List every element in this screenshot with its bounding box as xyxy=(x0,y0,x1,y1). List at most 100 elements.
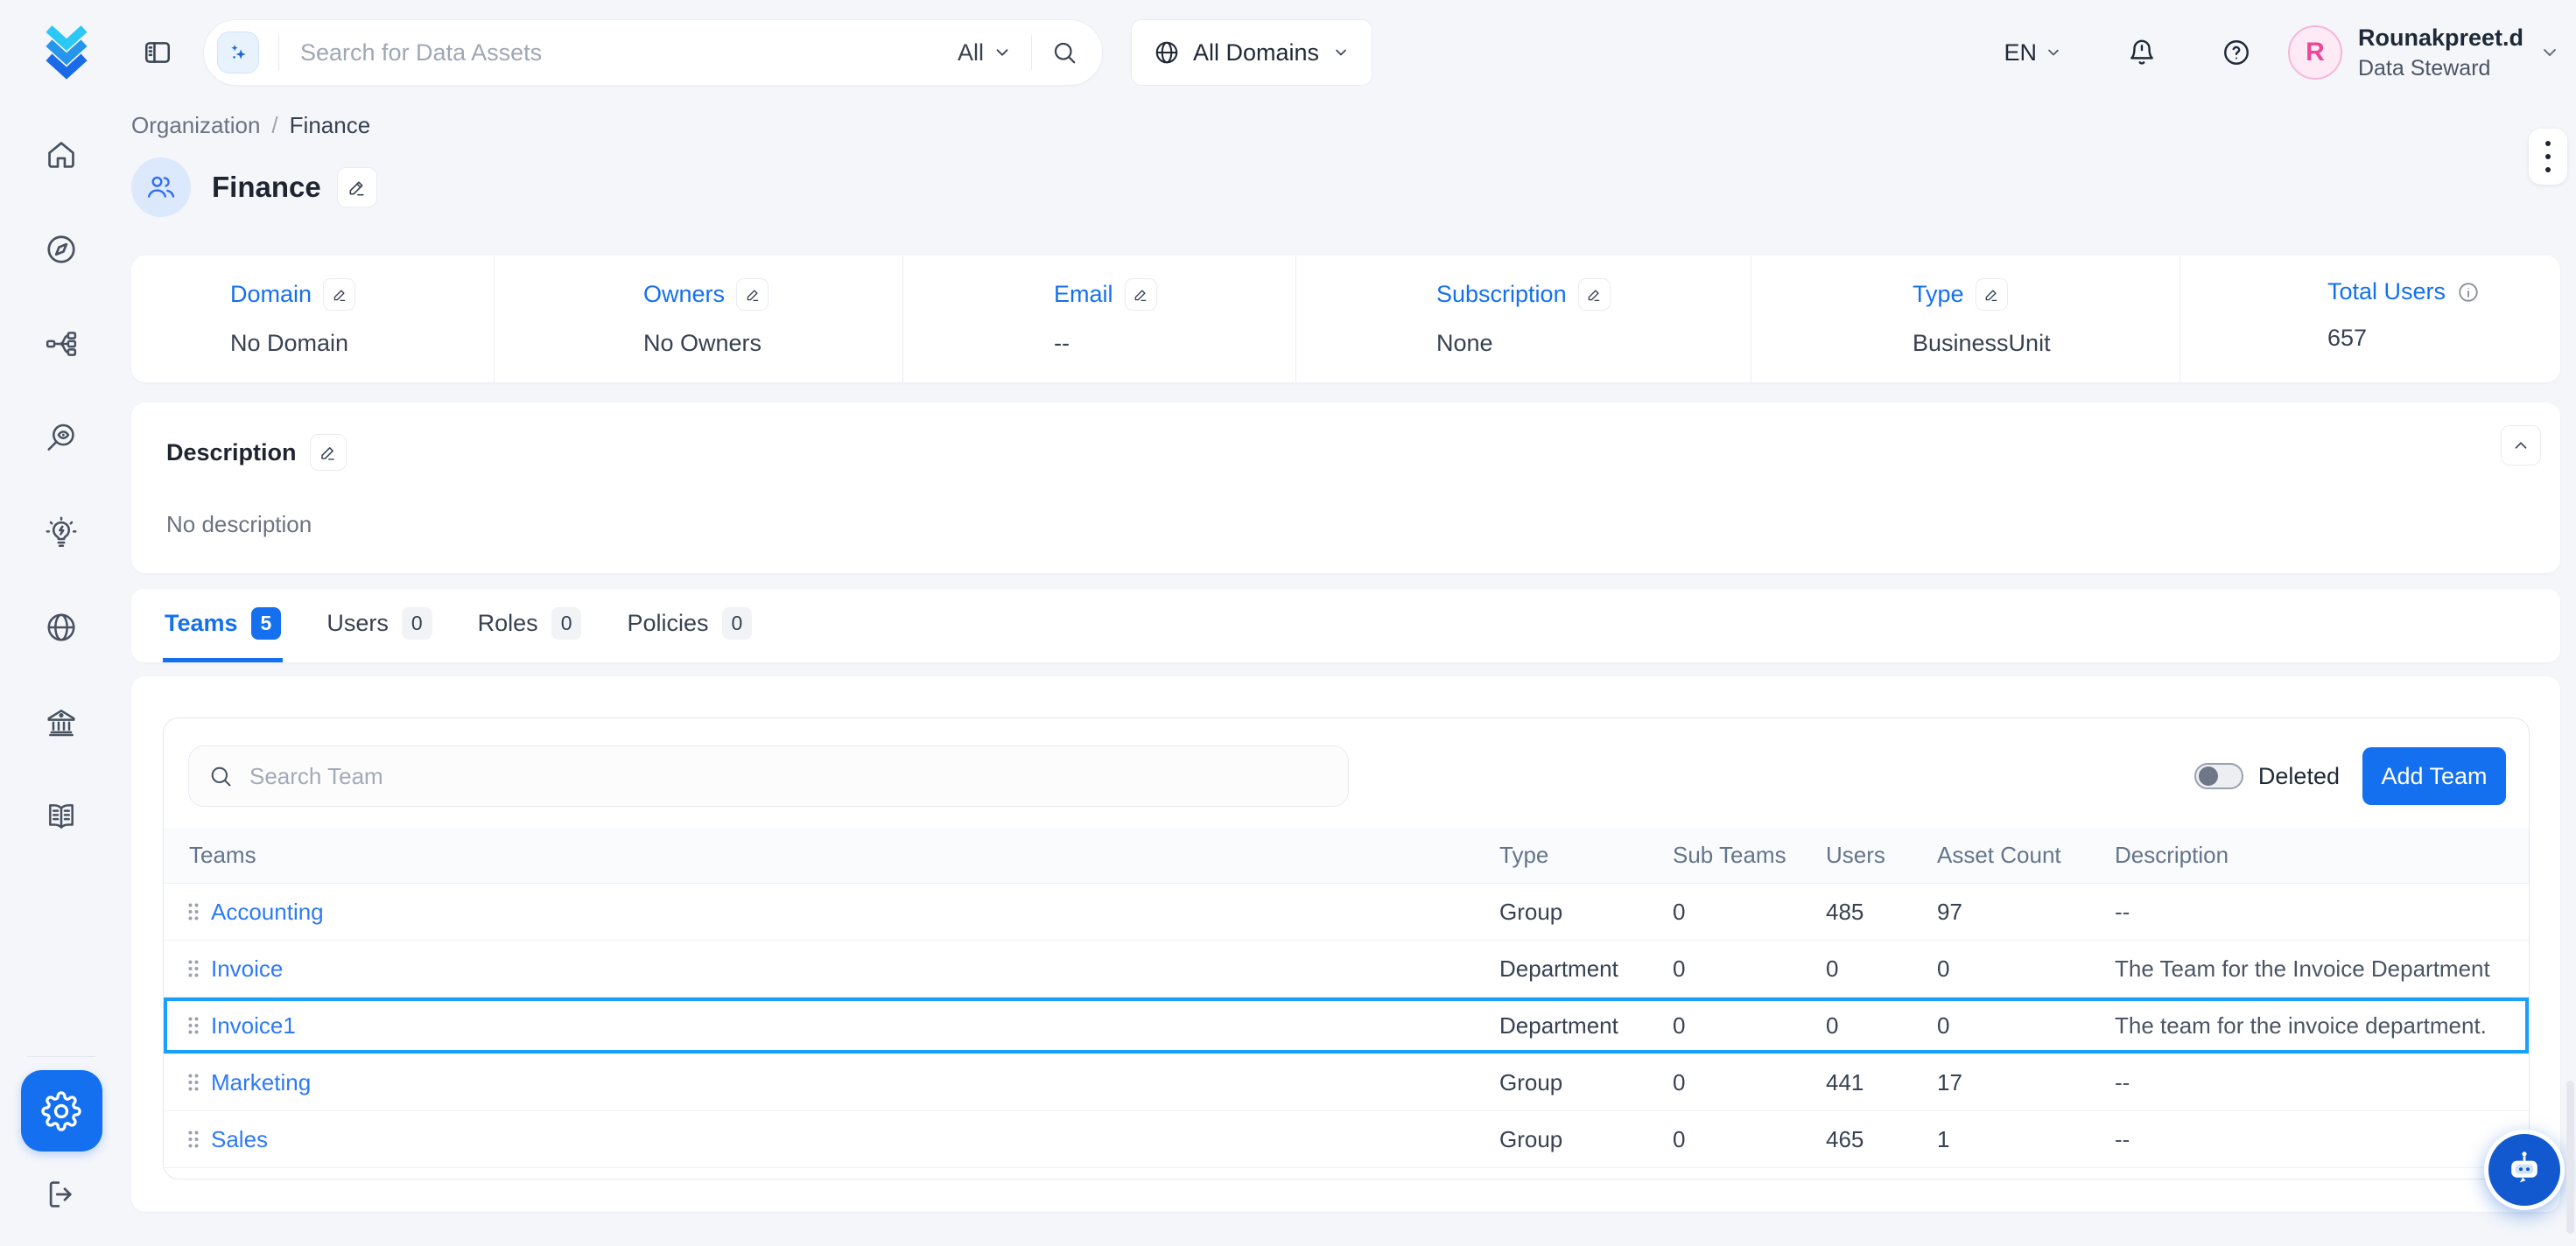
info-icon[interactable] xyxy=(2457,281,2480,304)
collapse-sidebar-icon[interactable] xyxy=(143,38,172,67)
divider xyxy=(1031,35,1032,70)
notifications-bell-icon[interactable] xyxy=(2127,38,2157,67)
cell-asset-count: 0 xyxy=(1937,1012,2115,1040)
add-team-button[interactable]: Add Team xyxy=(2362,747,2506,805)
collapse-description-button[interactable] xyxy=(2501,425,2541,466)
email-label: Email xyxy=(1054,281,1113,308)
all-domains-dropdown[interactable]: All Domains xyxy=(1131,19,1372,86)
tab-policies[interactable]: Policies 0 xyxy=(625,589,754,662)
team-link-invoice[interactable]: Invoice xyxy=(211,956,283,983)
cell-description: -- xyxy=(2115,1126,2529,1153)
drag-handle-icon[interactable] xyxy=(187,1130,200,1149)
team-search-input[interactable] xyxy=(248,762,1329,791)
edit-team-name-button[interactable] xyxy=(337,167,377,207)
tab-roles[interactable]: Roles 0 xyxy=(476,589,584,662)
language-selector[interactable]: EN xyxy=(2004,39,2062,66)
language-label: EN xyxy=(2004,39,2037,66)
team-link-invoice1[interactable]: Invoice1 xyxy=(211,1012,296,1040)
type-value: BusinessUnit xyxy=(1913,330,2179,357)
table-row: Marketing Group 0 441 17 -- xyxy=(164,1054,2529,1111)
header-teams: Teams xyxy=(164,842,1499,869)
edit-owners-button[interactable] xyxy=(736,278,769,311)
sidebar-item-insights[interactable] xyxy=(45,516,78,550)
help-icon[interactable] xyxy=(2222,38,2251,67)
user-avatar[interactable]: R xyxy=(2288,25,2342,80)
team-search-box xyxy=(188,746,1349,807)
lineage-icon xyxy=(45,327,78,360)
sidebar-item-home[interactable] xyxy=(45,138,78,172)
drag-handle-icon[interactable] xyxy=(187,1016,200,1035)
ai-sparkle-icon[interactable] xyxy=(217,32,259,74)
chevron-down-icon xyxy=(993,43,1012,62)
email-value: -- xyxy=(1054,330,1295,357)
cell-asset-count: 97 xyxy=(1937,899,2115,926)
cell-users: 465 xyxy=(1826,1126,1937,1153)
description-label: Description xyxy=(166,439,297,466)
summary-email: Email -- xyxy=(903,256,1296,382)
sidebar-item-domains[interactable] xyxy=(45,611,78,644)
sidebar-item-observability[interactable] xyxy=(45,422,78,455)
cell-type: Department xyxy=(1499,1012,1673,1040)
drag-handle-icon[interactable] xyxy=(187,902,200,921)
compass-icon xyxy=(45,233,78,266)
edit-email-button[interactable] xyxy=(1125,278,1157,311)
teams-tab-panel: Deleted Add Team Teams Type Sub Teams Us… xyxy=(131,676,2560,1212)
cell-type: Group xyxy=(1499,1126,1673,1153)
drag-handle-icon[interactable] xyxy=(187,1073,200,1092)
breadcrumb-organization[interactable]: Organization xyxy=(131,112,260,139)
chevron-down-icon xyxy=(2045,44,2062,61)
cell-users: 485 xyxy=(1826,899,1937,926)
cell-users: 0 xyxy=(1826,1012,1937,1040)
search-icon[interactable] xyxy=(1051,39,1077,66)
sidebar-item-explore[interactable] xyxy=(45,233,78,266)
breadcrumb-finance: Finance xyxy=(290,112,371,139)
user-menu-chevron-icon[interactable] xyxy=(2539,42,2560,63)
users-icon xyxy=(145,172,177,203)
chevron-up-icon xyxy=(2511,436,2530,455)
search-scope-dropdown[interactable]: All xyxy=(958,39,1012,66)
pencil-icon xyxy=(1133,287,1148,303)
edit-domain-button[interactable] xyxy=(323,278,355,311)
cell-type: Group xyxy=(1499,899,1673,926)
edit-type-button[interactable] xyxy=(1976,278,2008,311)
edit-description-button[interactable] xyxy=(310,434,347,471)
cell-description: The team for the invoice department. xyxy=(2115,1012,2529,1040)
cell-sub-teams: 0 xyxy=(1673,1012,1826,1040)
sidebar-item-settings[interactable] xyxy=(21,1070,102,1152)
sidebar-item-glossary[interactable] xyxy=(45,800,78,833)
team-link-accounting[interactable]: Accounting xyxy=(211,899,324,926)
edit-subscription-button[interactable] xyxy=(1578,278,1611,311)
logout-icon[interactable] xyxy=(45,1178,78,1211)
cell-users: 441 xyxy=(1826,1069,1937,1096)
domain-label: Domain xyxy=(230,281,312,308)
type-label: Type xyxy=(1913,281,1964,308)
bank-icon xyxy=(45,705,78,738)
pencil-icon xyxy=(332,287,347,303)
page-scrollbar-thumb[interactable] xyxy=(2566,1081,2574,1234)
team-link-sales[interactable]: Sales xyxy=(211,1126,268,1153)
sidebar-item-lineage[interactable] xyxy=(45,327,78,360)
tab-teams[interactable]: Teams 5 xyxy=(163,589,283,662)
table-row-selected: Invoice1 Department 0 0 0 The team for t… xyxy=(164,998,2529,1054)
global-search-input[interactable] xyxy=(298,38,958,67)
sidebar-item-govern[interactable] xyxy=(45,705,78,738)
sidebar-nav xyxy=(0,105,123,1246)
summary-domain: Domain No Domain xyxy=(131,256,495,382)
table-row: Invoice Department 0 0 0 The Team for th… xyxy=(164,941,2529,998)
user-menu[interactable]: Rounakpreet.d Data Steward xyxy=(2358,26,2523,80)
tab-users[interactable]: Users 0 xyxy=(325,589,433,662)
globe-icon xyxy=(45,611,78,644)
tab-policies-count: 0 xyxy=(722,607,753,640)
lightbulb-icon xyxy=(45,516,78,550)
cell-sub-teams: 0 xyxy=(1673,899,1826,926)
table-header-row: Teams Type Sub Teams Users Asset Count D… xyxy=(164,828,2529,884)
tab-bar: Teams 5 Users 0 Roles 0 Policies 0 xyxy=(131,589,2560,662)
app-logo-icon[interactable] xyxy=(39,25,94,80)
chatbot-button[interactable] xyxy=(2484,1130,2565,1210)
drag-handle-icon[interactable] xyxy=(187,959,200,978)
deleted-toggle[interactable] xyxy=(2194,763,2243,789)
tab-users-label: Users xyxy=(326,610,389,637)
user-initial: R xyxy=(2306,38,2325,67)
manage-menu-button[interactable] xyxy=(2529,129,2567,185)
team-link-marketing[interactable]: Marketing xyxy=(211,1069,311,1096)
